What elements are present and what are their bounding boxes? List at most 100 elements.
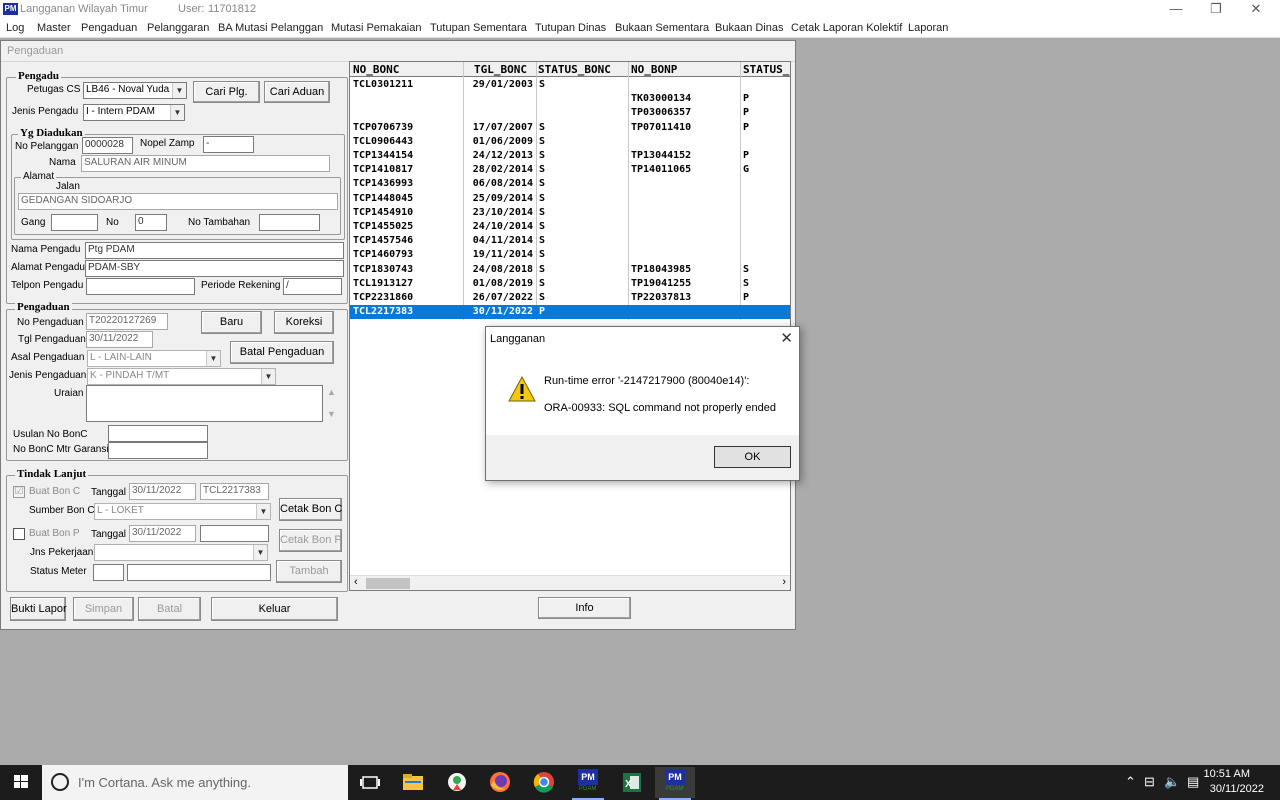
clock-date[interactable]: 30/11/2022 — [1210, 783, 1264, 795]
menu-mutasi-pemakaian[interactable]: Mutasi Pemakaian — [331, 22, 422, 34]
scrollbar-thumb[interactable] — [366, 578, 410, 589]
batal-pengaduan-button[interactable]: Batal Pengaduan — [230, 341, 334, 364]
chevron-down-icon[interactable]: ▼ — [206, 351, 220, 366]
menu-bukaan-sementara[interactable]: Bukaan Sementara — [615, 22, 709, 34]
table-row[interactable]: TCP1410817 28/02/2014 S TP14011065 G — [350, 163, 790, 177]
table-row[interactable]: TCP2231860 26/07/2022 S TP22037813 P — [350, 291, 790, 305]
no-pelanggan-field[interactable]: 0000028 — [82, 137, 133, 154]
horizontal-scrollbar[interactable]: ‹ › — [350, 575, 790, 590]
table-row[interactable]: TP03006357 P — [350, 106, 790, 120]
cetak-bon-p-button[interactable]: Cetak Bon P — [279, 529, 342, 552]
simpan-button[interactable]: Simpan — [73, 597, 134, 621]
cortana-search[interactable]: I'm Cortana. Ask me anything. — [42, 765, 348, 800]
table-row[interactable]: TCL2217383 30/11/2022 P — [350, 305, 790, 320]
buat-bon-p-checkbox[interactable] — [13, 528, 25, 540]
clock-time[interactable]: 10:51 AM — [1204, 768, 1250, 780]
chevron-down-icon[interactable]: ▼ — [256, 504, 270, 519]
jenis-pengadu-select[interactable]: I - Intern PDAM ▼ — [83, 104, 185, 121]
jalan-field[interactable]: GEDANGAN SIDOARJO — [18, 193, 338, 210]
table-row[interactable]: TK03000134 P — [350, 92, 790, 106]
column-header[interactable]: STATUS_BONC — [538, 63, 611, 76]
menu-pelanggaran[interactable]: Pelanggaran — [147, 22, 209, 34]
jenis-pengaduan-select[interactable]: K - PINDAH T/MT ▼ — [87, 368, 276, 385]
nama-field[interactable]: SALURAN AIR MINUM — [81, 155, 330, 172]
cetak-bon-c-button[interactable]: Cetak Bon C — [279, 498, 342, 521]
usulan-bonc-field[interactable] — [108, 425, 208, 442]
cari-plg-button[interactable]: Cari Plg. — [193, 81, 260, 103]
network-icon[interactable]: ⊟ — [1144, 774, 1155, 790]
notification-icon[interactable]: ▤ — [1187, 774, 1199, 790]
uraian-textarea[interactable] — [86, 385, 323, 422]
bon-c-tanggal-field[interactable]: 30/11/2022 — [129, 483, 196, 500]
menu-cetak-laporan[interactable]: Cetak Laporan Kolektif — [791, 22, 902, 34]
table-row[interactable]: TCP1454910 23/10/2014 S — [350, 206, 790, 220]
chevron-up-icon[interactable]: ⌃ — [1125, 774, 1136, 790]
file-explorer-icon[interactable] — [393, 767, 433, 798]
chevron-down-icon[interactable]: ▼ — [170, 105, 184, 120]
pdam-app-icon[interactable]: PM PDAM — [655, 767, 695, 800]
bon-p-no-field[interactable] — [200, 525, 269, 542]
close-icon[interactable]: ✕ — [780, 329, 793, 347]
no-pengaduan-field[interactable]: T20220127269 — [86, 313, 168, 330]
table-row[interactable]: TCP1455025 24/10/2014 S — [350, 220, 790, 234]
periode-rekening-field[interactable]: / — [283, 278, 342, 295]
ok-button[interactable]: OK — [714, 446, 791, 468]
scroll-down-icon[interactable]: ▼ — [327, 409, 336, 419]
keluar-button[interactable]: Keluar — [211, 597, 338, 621]
column-header[interactable]: TGL_BONC — [474, 63, 527, 76]
bon-c-no-field[interactable]: TCL2217383 — [200, 483, 269, 500]
table-row[interactable]: TCL0301211 29/01/2003 S — [350, 78, 790, 92]
column-header[interactable]: NO_BONC — [353, 63, 399, 76]
scroll-right-icon[interactable]: › — [782, 576, 786, 588]
column-header[interactable]: NO_BONP — [631, 63, 677, 76]
gang-field[interactable] — [51, 214, 98, 231]
table-row[interactable]: TCP1457546 04/11/2014 S — [350, 234, 790, 248]
menu-laporan[interactable]: Laporan — [908, 22, 948, 34]
scroll-up-icon[interactable]: ▲ — [327, 387, 336, 397]
maps-icon[interactable] — [437, 767, 477, 798]
info-button[interactable]: Info — [538, 597, 631, 619]
volume-icon[interactable]: 🔈 — [1164, 774, 1180, 790]
excel-icon[interactable]: X — [612, 767, 652, 798]
asal-pengaduan-select[interactable]: L - LAIN-LAIN ▼ — [87, 350, 221, 367]
menu-master[interactable]: Master — [37, 22, 71, 34]
menu-log[interactable]: Log — [6, 22, 24, 34]
batal-button[interactable]: Batal — [138, 597, 201, 621]
table-row[interactable]: TCL1913127 01/08/2019 S TP19041255 S — [350, 277, 790, 291]
bon-p-tanggal-field[interactable]: 30/11/2022 — [129, 525, 196, 542]
close-icon[interactable]: ✕ — [1236, 0, 1276, 20]
petugas-cs-select[interactable]: LB46 - Noval Yuda I ▼ — [83, 82, 187, 99]
menu-pengaduan[interactable]: Pengaduan — [81, 22, 137, 34]
chrome-icon[interactable] — [524, 767, 564, 798]
table-row[interactable]: TCP1830743 24/08/2018 S TP18043985 S — [350, 263, 790, 277]
table-row[interactable]: TCP1344154 24/12/2013 S TP13044152 P — [350, 149, 790, 163]
pdam-app-icon[interactable]: PM PDAM — [568, 767, 608, 800]
koreksi-button[interactable]: Koreksi — [274, 311, 334, 334]
status-meter-desc-field[interactable] — [127, 564, 271, 581]
jns-pekerjaan-select[interactable]: ▼ — [94, 544, 268, 561]
scroll-left-icon[interactable]: ‹ — [354, 576, 358, 588]
table-row[interactable]: TCP1436993 06/08/2014 S — [350, 177, 790, 191]
maximize-icon[interactable]: ❐ — [1196, 0, 1236, 20]
chevron-down-icon[interactable]: ▼ — [261, 369, 275, 384]
status-meter-code-field[interactable] — [93, 564, 124, 581]
table-row[interactable]: TCP1448045 25/09/2014 S — [350, 192, 790, 206]
buat-bon-c-checkbox[interactable]: ☑ — [13, 486, 25, 498]
baru-button[interactable]: Baru — [201, 311, 262, 334]
table-row[interactable]: TCL0906443 01/06/2009 S — [350, 135, 790, 149]
table-row[interactable]: TCP0706739 17/07/2007 S TP07011410 P — [350, 121, 790, 135]
bukti-lapor-button[interactable]: Bukti Lapor — [10, 597, 67, 621]
chevron-down-icon[interactable]: ▼ — [172, 83, 186, 98]
nama-pengadu-field[interactable]: Ptg PDAM — [85, 242, 344, 259]
firefox-icon[interactable] — [480, 767, 520, 798]
no-tambahan-field[interactable] — [259, 214, 320, 231]
alamat-pengadu-field[interactable]: PDAM-SBY — [85, 260, 344, 277]
tgl-pengaduan-field[interactable]: 30/11/2022 — [86, 331, 153, 348]
minimize-icon[interactable]: — — [1156, 0, 1196, 20]
telpon-pengadu-field[interactable] — [86, 278, 195, 295]
chevron-down-icon[interactable]: ▼ — [253, 545, 267, 560]
menu-tutupan-sementara[interactable]: Tutupan Sementara — [430, 22, 527, 34]
table-row[interactable]: TCP1460793 19/11/2014 S — [350, 248, 790, 262]
task-view-icon[interactable] — [350, 767, 390, 798]
cari-aduan-button[interactable]: Cari Aduan — [264, 81, 330, 103]
